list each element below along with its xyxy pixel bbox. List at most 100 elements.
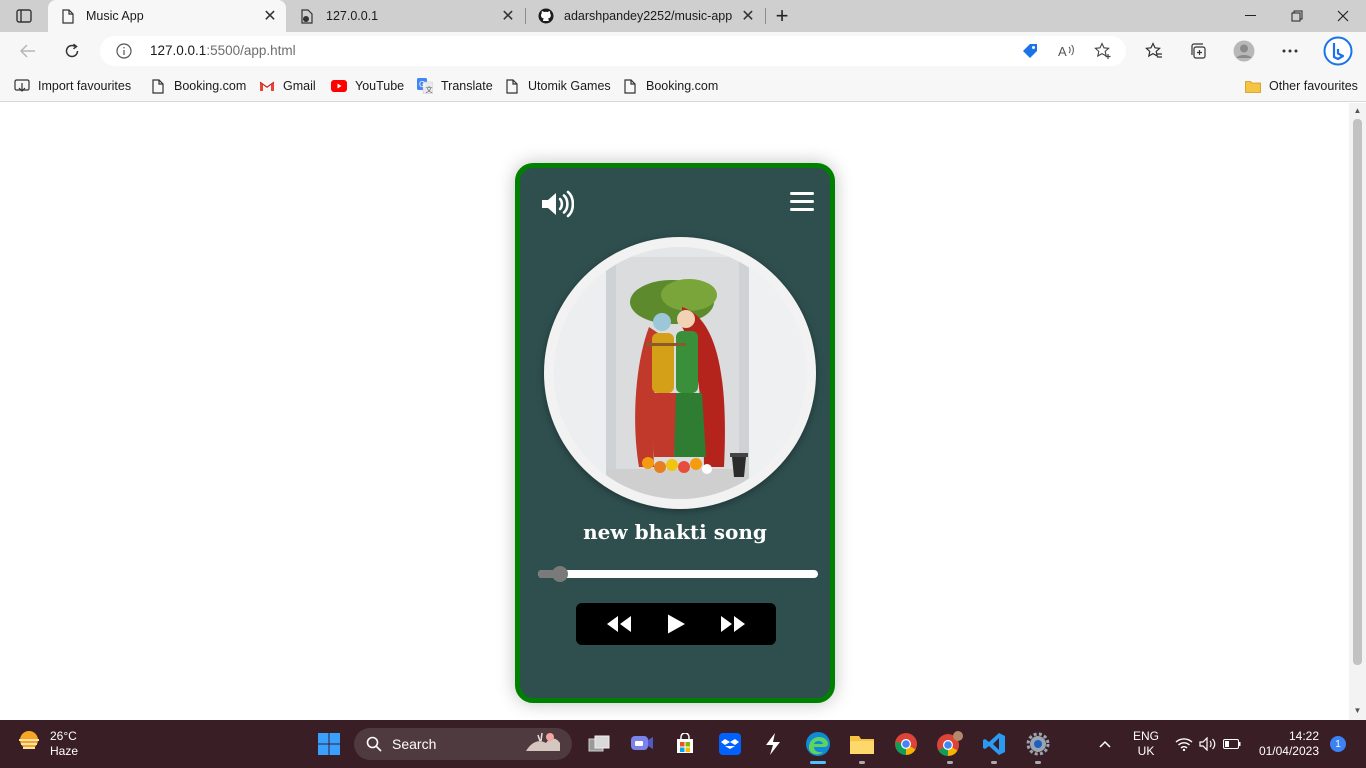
tab-title: Music App bbox=[86, 9, 144, 23]
chrome-profile-icon[interactable] bbox=[934, 728, 966, 764]
new-tab-icon[interactable]: + bbox=[770, 3, 794, 28]
bookmark-label: YouTube bbox=[355, 79, 405, 93]
wifi-icon[interactable] bbox=[1175, 720, 1193, 768]
tab-title: 127.0.0.1 bbox=[326, 9, 379, 23]
bookmark-booking-2[interactable]: Booking.com bbox=[622, 76, 718, 96]
weather-widget[interactable]: 26°C Haze bbox=[16, 728, 78, 759]
svg-text:G: G bbox=[419, 80, 425, 89]
language-region: UK bbox=[1137, 744, 1155, 758]
tab-separator bbox=[765, 8, 766, 24]
bookmark-translate[interactable]: G文 Translate bbox=[417, 76, 493, 96]
rewind-icon[interactable] bbox=[604, 612, 634, 636]
speaker-icon[interactable] bbox=[1199, 720, 1217, 768]
weather-temp: 26°C bbox=[50, 728, 77, 743]
tab-strip: Music App ✕ 127.0.0.1 ✕ adarshpandey2252… bbox=[0, 0, 1366, 32]
tab-github[interactable]: adarshpandey2252/music-app ✕ bbox=[526, 0, 764, 32]
refresh-icon[interactable] bbox=[58, 37, 86, 65]
bookmark-import-favourites[interactable]: Import favourites bbox=[14, 76, 131, 96]
edge-browser-icon[interactable] bbox=[802, 728, 834, 764]
start-windows-icon[interactable] bbox=[313, 728, 345, 760]
album-art-disc bbox=[544, 237, 816, 509]
seek-handle[interactable] bbox=[552, 566, 569, 582]
back-icon[interactable] bbox=[14, 37, 42, 65]
import-icon bbox=[14, 78, 30, 94]
more-options-icon[interactable] bbox=[1279, 40, 1301, 62]
add-favourite-icon[interactable] bbox=[1093, 41, 1113, 61]
bookmark-label: Other favourites bbox=[1269, 79, 1358, 93]
page-icon bbox=[60, 8, 76, 24]
teams-chat-icon[interactable] bbox=[626, 728, 658, 760]
browser-toolbar: 127.0.0.1:5500/app.html A bbox=[0, 32, 1366, 70]
address-bar[interactable]: 127.0.0.1:5500/app.html A bbox=[100, 36, 1126, 66]
read-aloud-icon[interactable]: A bbox=[1057, 41, 1077, 61]
gmail-icon bbox=[259, 78, 275, 94]
page-icon bbox=[150, 78, 166, 94]
close-tab-icon[interactable]: ✕ bbox=[498, 6, 518, 26]
bookmark-label: Utomik Games bbox=[528, 79, 611, 93]
chrome-icon[interactable] bbox=[890, 728, 922, 760]
minimize-icon[interactable] bbox=[1228, 0, 1274, 32]
search-label: Search bbox=[392, 736, 437, 752]
bookmark-other-favourites[interactable]: Other favourites bbox=[1245, 76, 1358, 96]
collections-icon[interactable] bbox=[1187, 40, 1209, 62]
youtube-icon bbox=[331, 78, 347, 94]
tab-music-app[interactable]: Music App ✕ bbox=[48, 0, 286, 32]
svg-text:A: A bbox=[1058, 44, 1067, 59]
profile-avatar-icon[interactable] bbox=[1233, 40, 1255, 62]
page-sound-icon bbox=[300, 8, 316, 24]
url-path: :5500/app.html bbox=[206, 43, 296, 58]
svg-text:文: 文 bbox=[426, 85, 433, 94]
file-explorer-icon[interactable] bbox=[846, 728, 878, 764]
bookmark-utomik[interactable]: Utomik Games bbox=[504, 76, 611, 96]
play-icon[interactable] bbox=[661, 612, 691, 636]
scrollbar-thumb[interactable] bbox=[1353, 119, 1362, 665]
page-viewport: new bhakti song bbox=[0, 103, 1349, 720]
clock[interactable]: 14:22 01/04/2023 bbox=[1222, 729, 1319, 759]
settings-gear-icon[interactable] bbox=[1022, 728, 1054, 764]
bookmark-label: Booking.com bbox=[174, 79, 247, 93]
seek-slider[interactable] bbox=[538, 566, 818, 582]
tab-localhost[interactable]: 127.0.0.1 ✕ bbox=[288, 0, 524, 32]
bookmark-gmail[interactable]: Gmail bbox=[259, 76, 316, 96]
site-info-icon[interactable] bbox=[116, 43, 132, 59]
fast-forward-icon[interactable] bbox=[718, 612, 748, 636]
show-hidden-icons-icon[interactable] bbox=[1098, 720, 1112, 768]
dropbox-icon[interactable] bbox=[714, 728, 746, 760]
bookmark-label: Booking.com bbox=[646, 79, 719, 93]
clock-date: 01/04/2023 bbox=[1258, 744, 1319, 758]
song-title: new bhakti song bbox=[583, 520, 767, 544]
scroll-up-icon[interactable]: ▲ bbox=[1353, 107, 1362, 115]
taskbar-search[interactable]: Search bbox=[354, 728, 572, 760]
bookmarks-bar: Import favourites Booking.com Gmail YouT… bbox=[0, 70, 1366, 102]
player-header bbox=[520, 168, 830, 238]
tab-title: adarshpandey2252/music-app bbox=[564, 9, 733, 23]
tab-actions-icon[interactable] bbox=[12, 6, 36, 26]
vscode-icon[interactable] bbox=[978, 728, 1010, 764]
restore-icon[interactable] bbox=[1274, 0, 1320, 32]
task-view-icon[interactable] bbox=[583, 728, 615, 760]
url-host: 127.0.0.1 bbox=[150, 43, 207, 58]
search-icon bbox=[366, 736, 382, 752]
bing-chat-icon[interactable] bbox=[1322, 35, 1354, 67]
scroll-down-icon[interactable]: ▼ bbox=[1353, 707, 1362, 715]
translate-icon: G文 bbox=[417, 78, 433, 94]
search-highlight-icon bbox=[524, 731, 564, 758]
close-tab-icon[interactable]: ✕ bbox=[738, 6, 758, 26]
language-indicator[interactable]: ENG UK bbox=[1126, 729, 1166, 759]
bookmark-booking[interactable]: Booking.com bbox=[150, 76, 246, 96]
bookmark-youtube[interactable]: YouTube bbox=[331, 76, 404, 96]
page-icon bbox=[504, 78, 520, 94]
page-scrollbar[interactable]: ▲ ▼ bbox=[1349, 103, 1366, 720]
close-window-icon[interactable] bbox=[1320, 0, 1366, 32]
microsoft-store-icon[interactable] bbox=[669, 728, 701, 760]
album-art-image bbox=[554, 247, 806, 499]
favourites-icon[interactable] bbox=[1143, 40, 1165, 62]
volume-icon[interactable] bbox=[540, 190, 576, 218]
bookmark-label: Gmail bbox=[283, 79, 316, 93]
shopping-tag-icon[interactable] bbox=[1020, 41, 1040, 61]
bookmark-label: Import favourites bbox=[38, 79, 132, 93]
close-tab-icon[interactable]: ✕ bbox=[260, 6, 280, 26]
menu-icon[interactable] bbox=[790, 192, 814, 214]
sourcetree-icon[interactable] bbox=[757, 728, 789, 760]
notification-badge[interactable]: 1 bbox=[1330, 736, 1346, 752]
